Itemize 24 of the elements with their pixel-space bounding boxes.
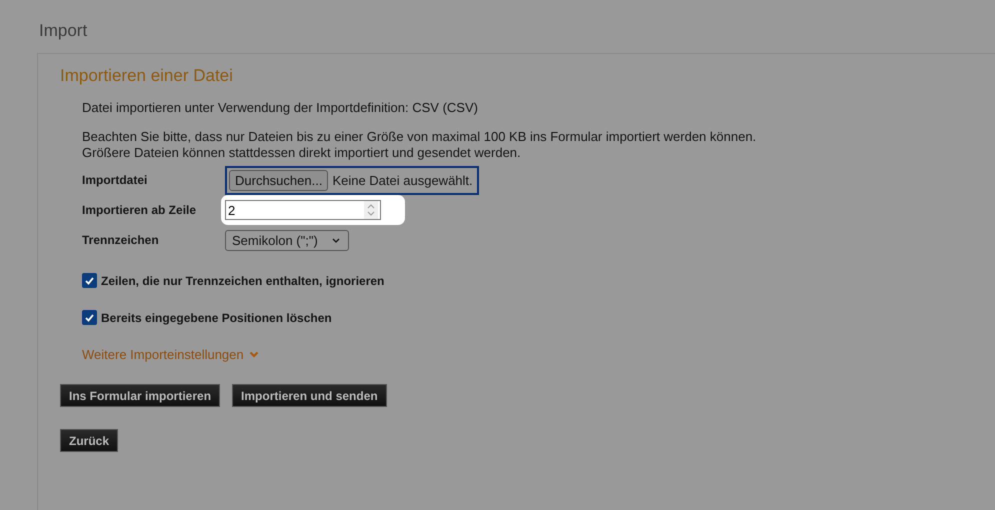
separator-dropdown[interactable]: Semikolon (";") (225, 230, 349, 250)
chevron-down-icon (332, 238, 340, 242)
notice-text: Größere Dateien können stattdessen direkt importiert und gesendet werden. (82, 145, 521, 161)
notice-text: Beachten Sie bitte, dass nur Dateien bis zu einer Größe von maximal 100 KB ins Formular importiert werden können. (82, 129, 756, 145)
check-icon (84, 275, 95, 286)
browse-button[interactable]: Durchsuchen... (229, 170, 328, 190)
checkbox-label: Zeilen, die nur Trennzeichen enthalten, ignorieren (101, 274, 384, 288)
number-input[interactable]: 2 (225, 200, 381, 220)
checkbox[interactable] (82, 310, 97, 325)
file-status: Keine Datei ausgewählt. (332, 172, 473, 188)
page-title: Import (39, 21, 88, 41)
intro-text: Datei importieren unter Verwendung der Importdefinition: CSV (CSV) (82, 100, 479, 115)
action-button[interactable]: Ins Formular importieren (60, 384, 220, 407)
checkbox-label: Bereits eingegebene Positionen löschen (101, 310, 332, 324)
chevron-icon (248, 351, 259, 358)
back-button[interactable]: Zurück (60, 429, 118, 452)
check-icon (84, 312, 95, 323)
action-button[interactable]: Importieren und senden (232, 384, 387, 407)
field-label: Importdatei (82, 173, 148, 187)
field-label: Importieren ab Zeile (82, 203, 198, 217)
panel-title: Importieren einer Datei (60, 66, 234, 86)
field-label: Trennzeichen (82, 233, 160, 247)
file-input[interactable]: Durchsuchen... Keine Datei ausgewählt. (225, 166, 479, 194)
checkbox[interactable] (82, 273, 97, 288)
